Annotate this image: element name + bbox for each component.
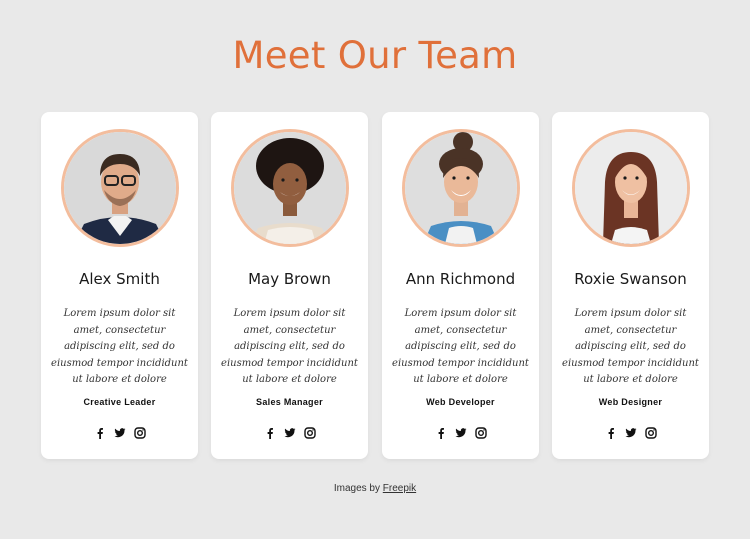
- twitter-icon[interactable]: [284, 427, 296, 439]
- member-name: Alex Smith: [79, 270, 160, 288]
- twitter-icon[interactable]: [114, 427, 126, 439]
- member-bio: Lorem ipsum dolor sit amet, consectetur …: [221, 308, 358, 386]
- member-name: Roxie Swanson: [574, 270, 687, 288]
- social-links: [382, 427, 539, 439]
- avatar: [402, 129, 520, 247]
- social-links: [552, 427, 709, 439]
- team-card-ann-richmond: Ann Richmond Lorem ipsum dolor sit amet,…: [382, 112, 539, 459]
- team-card-may-brown: May Brown Lorem ipsum dolor sit amet, co…: [211, 112, 368, 459]
- member-bio: Lorem ipsum dolor sit amet, consectetur …: [51, 308, 188, 386]
- team-cards: Alex Smith Lorem ipsum dolor sit amet, c…: [41, 112, 709, 459]
- member-role: Sales Manager: [256, 397, 323, 407]
- member-role: Web Developer: [426, 397, 495, 407]
- member-role: Web Designer: [598, 397, 663, 407]
- social-links: [41, 427, 198, 439]
- member-name: May Brown: [248, 270, 331, 288]
- avatar: [61, 129, 179, 247]
- instagram-icon[interactable]: [133, 427, 146, 439]
- social-links: [211, 427, 368, 439]
- team-card-alex-smith: Alex Smith Lorem ipsum dolor sit amet, c…: [41, 112, 198, 459]
- team-card-roxie-swanson: Roxie Swanson Lorem ipsum dolor sit amet…: [552, 112, 709, 459]
- facebook-icon[interactable]: [605, 427, 617, 439]
- freepik-link[interactable]: Freepik: [383, 483, 416, 494]
- twitter-icon[interactable]: [455, 427, 467, 439]
- member-bio: Lorem ipsum dolor sit amet, consectetur …: [562, 308, 699, 386]
- avatar: [572, 129, 690, 247]
- facebook-icon[interactable]: [435, 427, 447, 439]
- facebook-icon[interactable]: [264, 427, 276, 439]
- twitter-icon[interactable]: [625, 427, 637, 439]
- instagram-icon[interactable]: [644, 427, 657, 439]
- avatar: [231, 129, 349, 247]
- facebook-icon[interactable]: [94, 427, 106, 439]
- member-role: Creative Leader: [83, 397, 156, 407]
- instagram-icon[interactable]: [474, 427, 487, 439]
- page-title: Meet Our Team: [232, 34, 518, 77]
- member-name: Ann Richmond: [405, 270, 516, 288]
- credit-prefix: Images by: [333, 483, 380, 494]
- instagram-icon[interactable]: [303, 427, 316, 439]
- image-credit: Images by Freepik: [0, 483, 750, 494]
- member-bio: Lorem ipsum dolor sit amet, consectetur …: [392, 308, 529, 386]
